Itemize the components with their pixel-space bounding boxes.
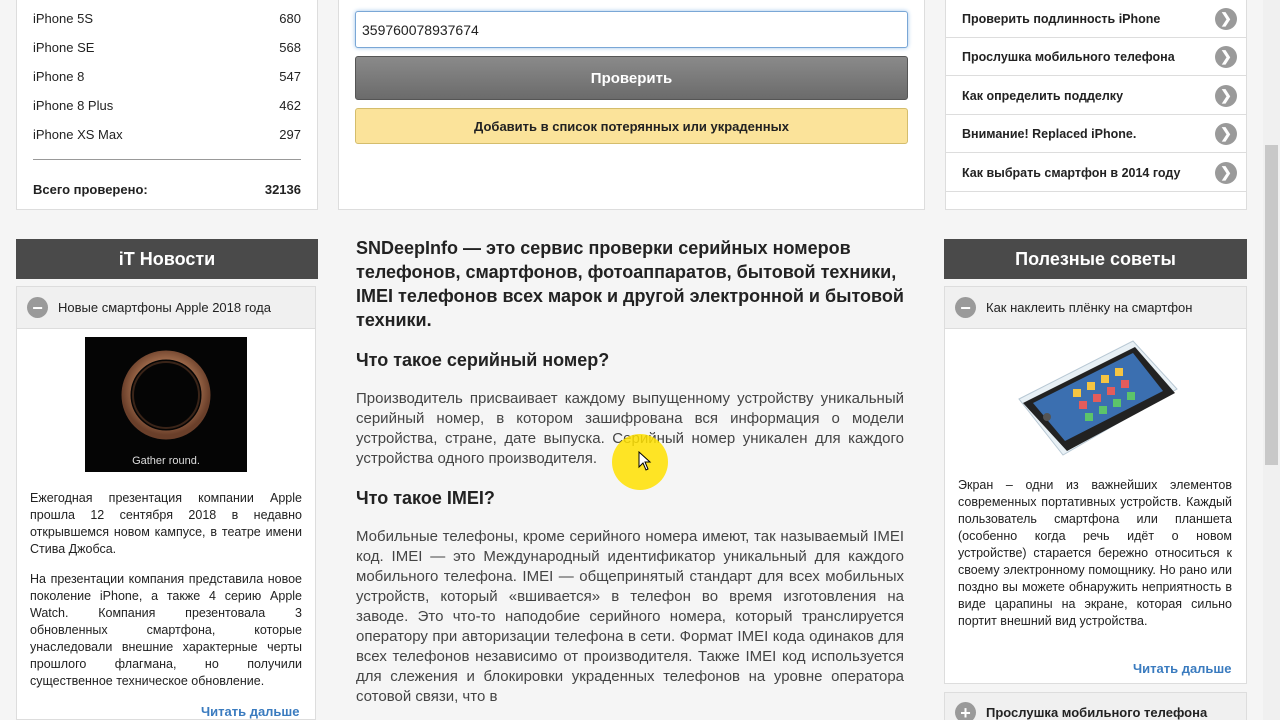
stats-count: 297 (279, 127, 301, 142)
chevron-right-icon: ❯ (1215, 122, 1237, 145)
stats-total-value: 32136 (264, 182, 301, 197)
collapse-icon[interactable]: − (955, 297, 976, 318)
article-intro: SNDeepInfo — это сервис проверки серийны… (356, 238, 904, 330)
stats-row: iPhone XS Max 297 (33, 127, 301, 142)
smartphone-image (1013, 337, 1183, 467)
mouse-cursor-icon (638, 451, 652, 471)
add-lost-button[interactable]: Добавить в список потерянных или украден… (355, 108, 908, 144)
stats-model: iPhone 8 (33, 69, 85, 84)
stats-count: 568 (279, 40, 301, 55)
stats-model: iPhone XS Max (33, 127, 123, 142)
imei-input[interactable] (355, 11, 908, 48)
news-image: Gather round. (85, 337, 247, 472)
link-item[interactable]: Как определить подделку ❯ (945, 77, 1247, 115)
stats-model: iPhone 5S (33, 11, 93, 26)
chevron-right-icon: ❯ (1215, 161, 1237, 184)
link-item[interactable]: Внимание! Replaced iPhone. ❯ (945, 115, 1247, 153)
tips-header: Полезные советы (944, 239, 1247, 279)
stats-count: 680 (279, 11, 301, 26)
stats-total: Всего проверено: 32136 (33, 182, 301, 197)
stats-row: iPhone 8 547 (33, 69, 301, 84)
stats-count: 547 (279, 69, 301, 84)
stats-divider (33, 159, 301, 160)
serial-heading: Что такое серийный номер? (356, 350, 610, 370)
news-paragraph: На презентации компания представила ново… (30, 572, 302, 688)
news-paragraph: Ежегодная презентация компании Apple про… (30, 491, 302, 556)
tips-title: Как наклеить плёнку на смартфон (986, 300, 1193, 315)
tips-next-accordion-head[interactable]: + Прослушка мобильного телефона (945, 693, 1246, 720)
news-read-more-link[interactable]: Читать дальше (201, 704, 300, 719)
tips-next-panel: + Прослушка мобильного телефона (944, 692, 1247, 720)
link-label: Проверить подлинность iPhone (962, 11, 1161, 26)
news-panel: − Новые смартфоны Apple 2018 года Gather… (16, 286, 316, 720)
stats-row: iPhone 8 Plus 462 (33, 98, 301, 113)
tips-read-more-link[interactable]: Читать дальше (1133, 661, 1232, 676)
image-caption: Gather round. (132, 455, 200, 467)
collapse-icon[interactable]: − (27, 297, 48, 318)
chevron-right-icon: ❯ (1215, 84, 1237, 107)
apple-event-ring-icon (121, 350, 211, 440)
link-item[interactable]: Проверить подлинность iPhone ❯ (945, 0, 1247, 38)
stats-count: 462 (279, 98, 301, 113)
stats-row: iPhone SE 568 (33, 40, 301, 55)
news-header: iT Новости (16, 239, 318, 279)
link-label: Внимание! Replaced iPhone. (962, 126, 1137, 141)
stats-row: iPhone 5S 680 (33, 11, 301, 26)
stats-total-label: Всего проверено: (33, 182, 148, 197)
link-item[interactable]: Как выбрать смартфон в 2014 году ❯ (945, 154, 1247, 192)
link-label: Прослушка мобильного телефона (962, 49, 1175, 64)
news-title: Новые смартфоны Apple 2018 года (58, 300, 271, 315)
imei-heading: Что такое IMEI? (356, 488, 495, 508)
tips-accordion-head[interactable]: − Как наклеить плёнку на смартфон (945, 287, 1246, 329)
expand-icon[interactable]: + (955, 702, 976, 720)
chevron-right-icon: ❯ (1215, 45, 1237, 68)
tips-paragraph: Экран – одни из важнейших элементов совр… (958, 478, 1232, 628)
tips-next-title: Прослушка мобильного телефона (986, 705, 1208, 720)
imei-paragraph: Мобильные телефоны, кроме серийного номе… (356, 528, 904, 705)
tips-panel: − Как наклеить плёнку на смартфон Экран … (944, 286, 1247, 684)
stats-panel: iPhone 5S 680 iPhone SE 568 iPhone 8 547… (16, 0, 318, 210)
link-label: Как выбрать смартфон в 2014 году (962, 165, 1181, 180)
stats-model: iPhone SE (33, 40, 95, 55)
link-label: Как определить подделку (962, 88, 1124, 103)
check-button[interactable]: Проверить (355, 56, 908, 100)
stats-model: iPhone 8 Plus (33, 98, 114, 113)
link-item[interactable]: Прослушка мобильного телефона ❯ (945, 38, 1247, 76)
chevron-right-icon: ❯ (1215, 7, 1237, 30)
smartphone-icon (1018, 340, 1178, 456)
news-accordion-head[interactable]: − Новые смартфоны Apple 2018 года (17, 287, 315, 329)
scrollbar-thumb[interactable] (1265, 145, 1278, 465)
